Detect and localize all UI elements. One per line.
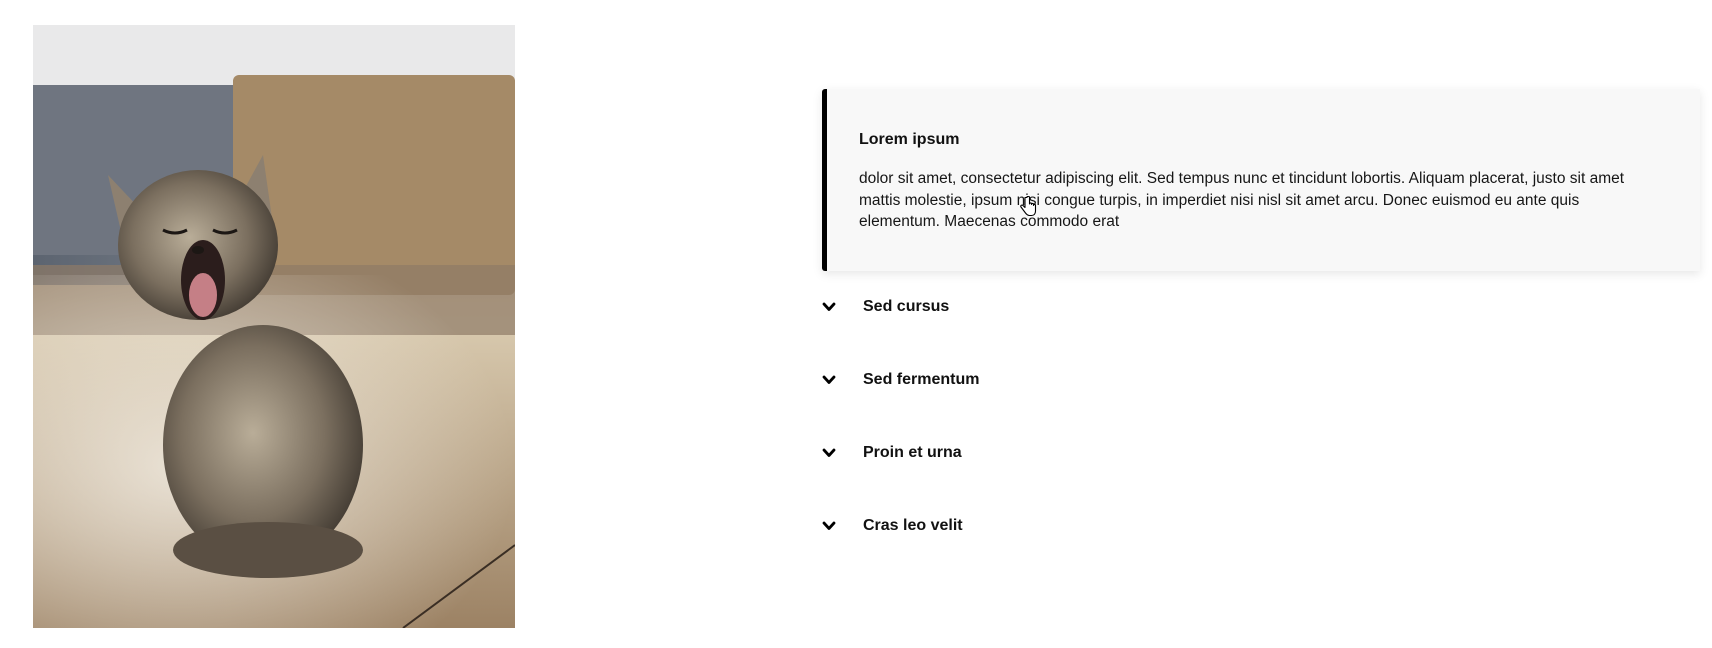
chevron-down-icon	[822, 519, 836, 533]
accordion-item-proin-et-urna[interactable]: Proin et urna	[822, 417, 1700, 490]
accordion-item-cras-leo-velit[interactable]: Cras leo velit	[822, 490, 1700, 563]
kitten-photo	[33, 25, 515, 628]
chevron-down-icon	[822, 373, 836, 387]
accordion-item-expanded[interactable]: Lorem ipsum dolor sit amet, consectetur …	[822, 89, 1700, 271]
accordion-item-label: Proin et urna	[863, 444, 962, 461]
accordion-item-sed-fermentum[interactable]: Sed fermentum	[822, 344, 1700, 417]
accordion-item-content: dolor sit amet, consectetur adipiscing e…	[859, 170, 1625, 230]
accordion-item-title[interactable]: Lorem ipsum	[859, 131, 1664, 149]
accordion-item-label: Cras leo velit	[863, 517, 963, 534]
accordion-item-label: Sed cursus	[863, 298, 950, 315]
chevron-down-icon	[822, 446, 836, 460]
accordion: Lorem ipsum dolor sit amet, consectetur …	[822, 89, 1700, 563]
accordion-item-label: Sed fermentum	[863, 371, 980, 388]
accordion-item-sed-cursus[interactable]: Sed cursus	[822, 271, 1700, 344]
chevron-down-icon	[822, 300, 836, 314]
